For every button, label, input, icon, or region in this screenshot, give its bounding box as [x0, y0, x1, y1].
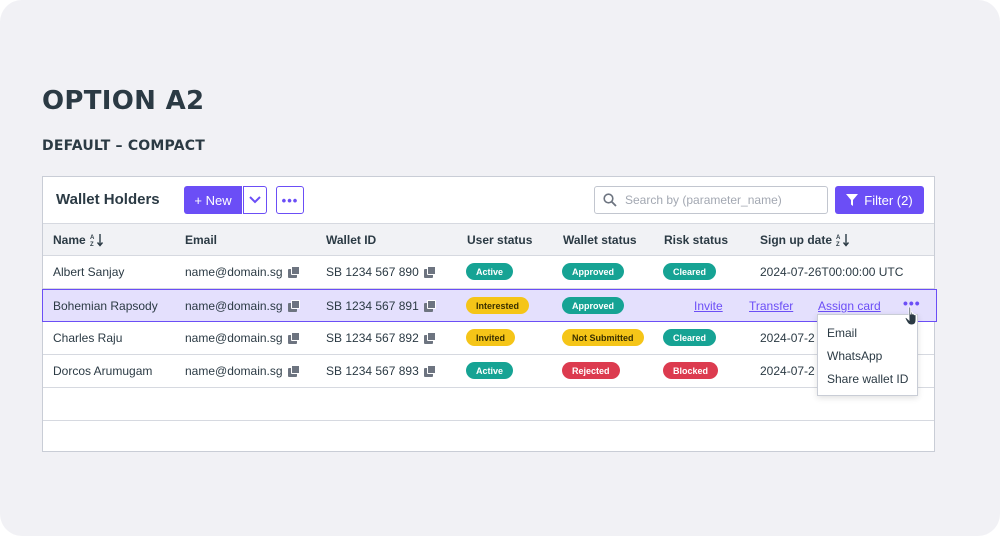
svg-text:A: A	[836, 235, 841, 241]
column-label: Name	[53, 233, 86, 247]
search-input[interactable]	[623, 192, 817, 208]
user-status-badge: Invited	[466, 329, 516, 346]
cell-email: name@domain.sg	[185, 299, 301, 313]
table-row-selected[interactable]: Bohemian Rapsody name@domain.sg SB 1234 …	[42, 289, 937, 322]
menu-item-share-wallet-id[interactable]: Share wallet ID	[827, 372, 908, 386]
filter-button[interactable]: Filter (2)	[835, 186, 924, 214]
table-row[interactable]: Charles Raju name@domain.sg SB 1234 567 …	[43, 322, 934, 355]
hand-cursor-icon	[904, 306, 917, 326]
cell-name: Albert Sanjay	[53, 265, 125, 279]
wallet-status-badge: Approved	[562, 263, 625, 280]
user-status-badge: Interested	[466, 297, 530, 314]
wallet-status-badge: Rejected	[562, 362, 620, 379]
email-text: name@domain.sg	[185, 331, 283, 345]
new-button[interactable]: + New	[184, 186, 242, 214]
cell-email: name@domain.sg	[185, 331, 301, 345]
user-status-badge: Active	[466, 362, 514, 379]
risk-status-badge: Cleared	[663, 329, 717, 346]
page-subtitle: DEFAULT – COMPACT	[42, 138, 205, 154]
svg-text:Z: Z	[90, 242, 94, 247]
column-header-name[interactable]: Name A Z	[53, 233, 104, 247]
risk-status-badge: Cleared	[663, 263, 717, 280]
wallet-id-text: SB 1234 567 892	[326, 331, 419, 345]
toolbar: Wallet Holders + New ••• Filter (2)	[43, 177, 934, 223]
copy-icon[interactable]	[423, 364, 437, 378]
empty-row	[43, 421, 934, 454]
more-options-button[interactable]: •••	[276, 186, 304, 214]
canvas: OPTION A2 DEFAULT – COMPACT Wallet Holde…	[0, 0, 1000, 536]
page-title: OPTION A2	[42, 86, 205, 116]
wallet-id-text: SB 1234 567 891	[326, 299, 419, 313]
new-dropdown-button[interactable]	[243, 186, 267, 214]
column-header-user-status: User status	[467, 233, 533, 247]
menu-item-whatsapp[interactable]: WhatsApp	[827, 349, 882, 363]
table-row[interactable]: Dorcos Arumugam name@domain.sg SB 1234 5…	[43, 355, 934, 388]
sort-az-icon[interactable]: A Z	[90, 233, 104, 247]
wallet-status-badge: Approved	[562, 297, 625, 314]
cell-email: name@domain.sg	[185, 265, 301, 279]
copy-icon[interactable]	[423, 331, 437, 345]
filter-icon	[846, 194, 859, 206]
cell-wallet-id: SB 1234 567 890	[326, 265, 437, 279]
table-header: Name A Z Email Wallet ID User status Wal…	[43, 223, 934, 256]
filter-label: Filter (2)	[864, 192, 913, 208]
svg-text:Z: Z	[836, 242, 840, 247]
assign-card-link[interactable]: Assign card	[818, 299, 881, 313]
column-header-wallet-status: Wallet status	[563, 233, 637, 247]
transfer-link[interactable]: Transfer	[749, 299, 793, 313]
risk-status-badge: Blocked	[663, 362, 719, 379]
cell-wallet-id: SB 1234 567 891	[326, 299, 437, 313]
panel-title: Wallet Holders	[56, 191, 160, 208]
search-box	[594, 186, 828, 214]
cell-signup-date: 2024-07-26T00:00:00 UTC	[760, 265, 904, 279]
empty-row	[43, 388, 934, 421]
cell-name: Bohemian Rapsody	[53, 299, 158, 313]
wallet-status-badge: Not Submitted	[562, 329, 644, 346]
menu-item-email[interactable]: Email	[827, 326, 857, 340]
sort-az-icon[interactable]: A Z	[836, 233, 850, 247]
cell-name: Charles Raju	[53, 331, 123, 345]
copy-icon[interactable]	[423, 265, 437, 279]
invite-link[interactable]: Invite	[694, 299, 723, 313]
column-header-risk-status: Risk status	[664, 233, 729, 247]
row-actions-menu: Email WhatsApp Share wallet ID	[817, 314, 918, 396]
chevron-down-icon	[249, 196, 261, 204]
search-icon	[603, 193, 617, 207]
email-text: name@domain.sg	[185, 265, 283, 279]
column-header-email: Email	[185, 233, 218, 247]
copy-icon[interactable]	[287, 364, 301, 378]
column-header-signup-date[interactable]: Sign up date A Z	[760, 233, 850, 247]
wallet-id-text: SB 1234 567 890	[326, 265, 419, 279]
user-status-badge: Active	[466, 263, 514, 280]
cell-wallet-id: SB 1234 567 892	[326, 331, 437, 345]
copy-icon[interactable]	[287, 299, 301, 313]
wallet-holders-panel: Wallet Holders + New ••• Filter (2)	[42, 176, 937, 454]
svg-text:A: A	[90, 235, 95, 241]
email-text: name@domain.sg	[185, 299, 283, 313]
cell-signup-date: 2024-07-2	[760, 364, 815, 378]
cell-signup-date: 2024-07-2	[760, 331, 815, 345]
cell-wallet-id: SB 1234 567 893	[326, 364, 437, 378]
copy-icon[interactable]	[287, 331, 301, 345]
wallet-id-text: SB 1234 567 893	[326, 364, 419, 378]
column-header-wallet-id: Wallet ID	[326, 233, 377, 247]
copy-icon[interactable]	[287, 265, 301, 279]
column-label: Sign up date	[760, 233, 832, 247]
cell-email: name@domain.sg	[185, 364, 301, 378]
cell-name: Dorcos Arumugam	[53, 364, 153, 378]
table-row[interactable]: Albert Sanjay name@domain.sg SB 1234 567…	[43, 256, 934, 289]
copy-icon[interactable]	[423, 299, 437, 313]
email-text: name@domain.sg	[185, 364, 283, 378]
